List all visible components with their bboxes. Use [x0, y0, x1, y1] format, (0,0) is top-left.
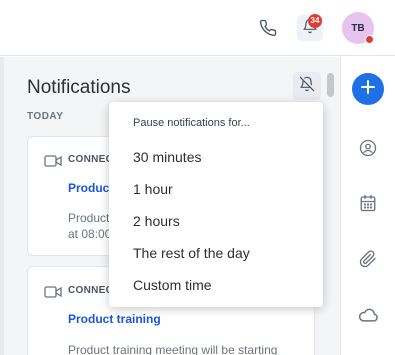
- pause-notifications-menu: Pause notifications for... 30 minutes 1 …: [109, 102, 323, 307]
- menu-item-1-hour[interactable]: 1 hour: [109, 174, 323, 204]
- presence-status-dot: [365, 35, 374, 44]
- plus-icon: [361, 79, 375, 99]
- contact-icon[interactable]: [358, 138, 378, 158]
- top-bar: [0, 0, 395, 56]
- card-source-label: CONNEC: [68, 154, 114, 165]
- menu-header: Pause notifications for...: [133, 117, 250, 129]
- phone-icon[interactable]: [257, 17, 279, 39]
- menu-item-rest-of-day[interactable]: The rest of the day: [109, 238, 323, 268]
- menu-item-2-hours[interactable]: 2 hours: [109, 206, 323, 236]
- bell-off-icon: [299, 76, 315, 97]
- avatar-initials: TB: [351, 22, 365, 34]
- cloud-icon[interactable]: [358, 305, 378, 325]
- video-camera-icon: [44, 154, 62, 167]
- card-title-link[interactable]: Product: [68, 181, 113, 195]
- notification-count-badge: 34: [308, 14, 322, 28]
- page-title: Notifications: [27, 77, 131, 98]
- menu-item-30-minutes[interactable]: 30 minutes: [109, 142, 323, 172]
- card-source-label: CONNEC: [68, 285, 114, 296]
- panel-scrollbar[interactable]: [327, 73, 334, 97]
- card-title-link[interactable]: Product training: [68, 312, 161, 326]
- menu-item-custom-time[interactable]: Custom time: [109, 270, 323, 300]
- add-button[interactable]: [352, 73, 384, 105]
- paperclip-icon[interactable]: [358, 249, 378, 269]
- calendar-icon[interactable]: [358, 193, 378, 213]
- section-heading-today: TODAY: [27, 111, 64, 122]
- card-body-line: Product training meeting will be startin…: [68, 343, 278, 355]
- video-camera-icon: [44, 285, 62, 298]
- pause-notifications-button[interactable]: [293, 72, 321, 100]
